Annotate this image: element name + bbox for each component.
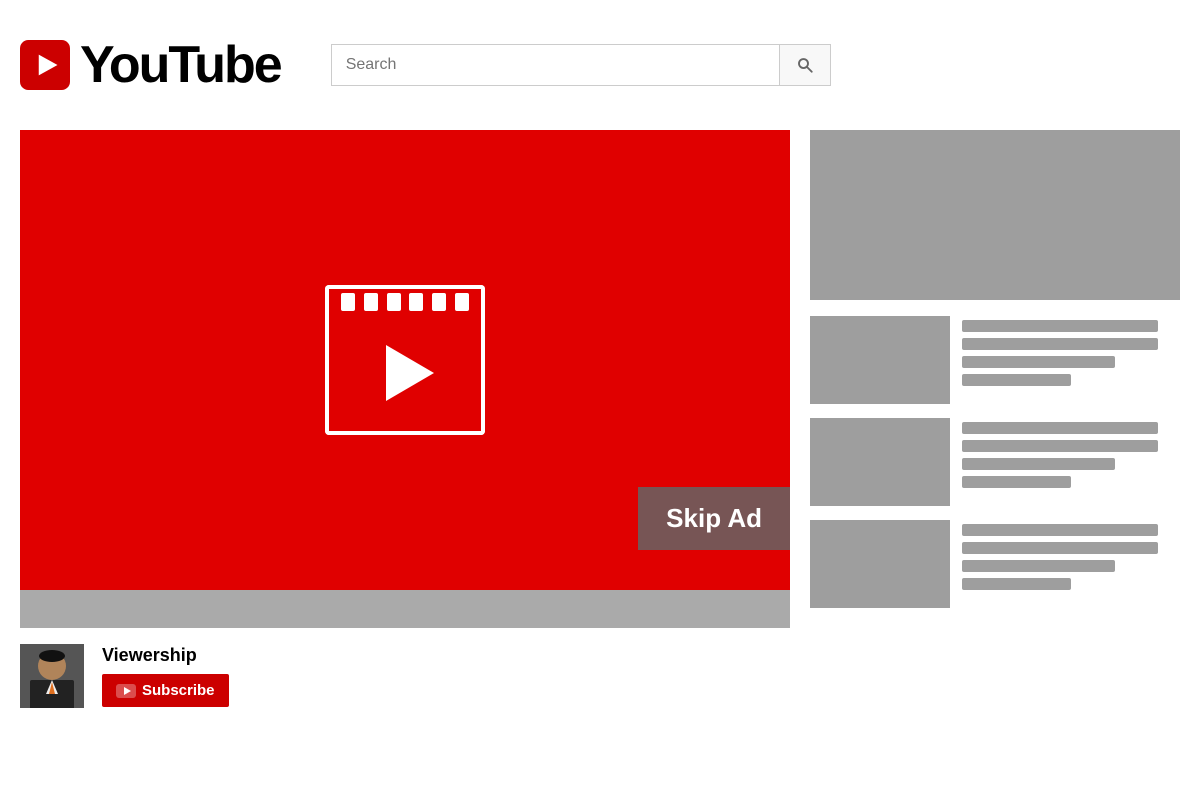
related-thumbnail — [810, 316, 950, 404]
film-body — [325, 315, 485, 435]
related-channel-line — [962, 458, 1115, 470]
related-videos-list — [810, 316, 1180, 608]
related-title-line-2 — [962, 338, 1158, 350]
related-meta — [962, 418, 1180, 488]
film-tooth-4 — [409, 293, 423, 311]
related-views-line — [962, 374, 1071, 386]
related-title-line-2 — [962, 440, 1158, 452]
channel-info: Viewership Subscribe — [20, 628, 790, 724]
search-area — [331, 44, 831, 86]
related-item[interactable] — [810, 316, 1180, 404]
left-column: Skip Ad — [20, 130, 790, 798]
play-triangle-icon — [386, 345, 434, 401]
film-tooth-5 — [432, 293, 446, 311]
video-player[interactable]: Skip Ad — [20, 130, 790, 590]
related-item[interactable] — [810, 520, 1180, 608]
video-progress-bar[interactable] — [20, 590, 790, 628]
related-views-line — [962, 476, 1071, 488]
banner-advertisement — [810, 130, 1180, 300]
film-tooth-2 — [364, 293, 378, 311]
related-views-line — [962, 578, 1071, 590]
skip-ad-button[interactable]: Skip Ad — [638, 487, 790, 550]
header: YouTube — [0, 0, 1200, 130]
related-channel-line — [962, 356, 1115, 368]
film-top — [325, 285, 485, 315]
channel-avatar — [20, 644, 84, 708]
youtube-logo-icon — [20, 40, 70, 90]
related-thumbnail — [810, 418, 950, 506]
logo-area: YouTube — [20, 35, 281, 95]
related-title-line-1 — [962, 524, 1158, 536]
subscribe-button[interactable]: Subscribe — [102, 674, 229, 707]
film-tooth-1 — [341, 293, 355, 311]
film-tooth-6 — [455, 293, 469, 311]
video-play-icon — [325, 285, 485, 435]
main-content: Skip Ad — [0, 130, 1200, 798]
avatar-image — [20, 644, 84, 708]
search-button[interactable] — [779, 44, 831, 86]
youtube-title: YouTube — [80, 35, 281, 95]
related-title-line-1 — [962, 320, 1158, 332]
channel-name: Viewership — [102, 645, 229, 666]
related-thumbnail — [810, 520, 950, 608]
search-icon — [796, 56, 814, 74]
related-title-line-2 — [962, 542, 1158, 554]
channel-details: Viewership Subscribe — [102, 645, 229, 707]
related-channel-line — [962, 560, 1115, 572]
search-input[interactable] — [331, 44, 779, 86]
subscribe-yt-icon — [116, 684, 136, 698]
related-meta — [962, 520, 1180, 590]
right-column — [810, 130, 1180, 798]
related-meta — [962, 316, 1180, 386]
subscribe-label: Subscribe — [142, 682, 215, 699]
film-tooth-3 — [387, 293, 401, 311]
related-title-line-1 — [962, 422, 1158, 434]
related-item[interactable] — [810, 418, 1180, 506]
